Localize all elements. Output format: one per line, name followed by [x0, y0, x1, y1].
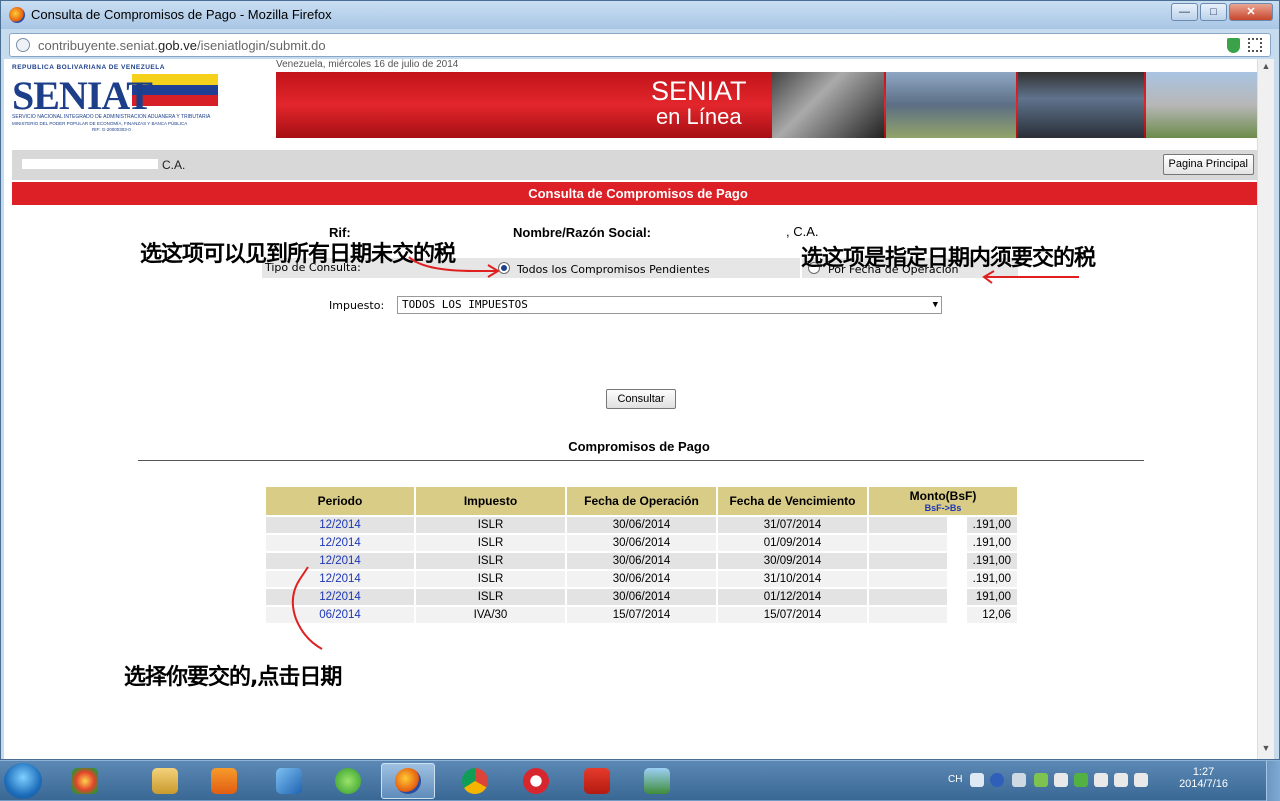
taskbar-bird-app[interactable] [262, 763, 316, 799]
chrome-icon [462, 768, 488, 794]
start-button[interactable] [4, 763, 42, 799]
globe-icon [16, 38, 30, 52]
shield-icon[interactable] [1074, 773, 1088, 787]
taskbar: CH 1:27 2014/7/16 [0, 760, 1280, 801]
arrow-to-all-option [408, 256, 496, 272]
volume-icon[interactable] [1134, 773, 1148, 787]
flag-icon[interactable] [1054, 773, 1068, 787]
arrows-icon[interactable] [1012, 773, 1026, 787]
page-content: REPUBLICA BOLIVARIANA DE VENEZUELA SENIA… [4, 59, 1274, 759]
taskbar-chrome[interactable] [448, 763, 502, 799]
network-icon[interactable] [1114, 773, 1128, 787]
qq-player-icon [523, 768, 549, 794]
media-player-icon [211, 768, 237, 794]
qr-code-icon[interactable] [1248, 38, 1262, 52]
show-desktop-button[interactable] [1266, 761, 1280, 801]
system-tray: CH 1:27 2014/7/16 [930, 761, 1280, 801]
plus-icon[interactable] [1034, 773, 1048, 787]
taskbar-pdf[interactable] [570, 763, 624, 799]
keyboard-icon[interactable] [970, 773, 984, 787]
language-indicator[interactable]: CH [948, 774, 962, 785]
help-icon[interactable] [990, 773, 1004, 787]
window-title: Consulta de Compromisos de Pago - Mozill… [31, 7, 332, 22]
usb-icon[interactable] [1094, 773, 1108, 787]
taskbar-explorer[interactable] [138, 763, 192, 799]
image-icon [644, 768, 670, 794]
firefox-icon [9, 7, 25, 23]
taskbar-green-app[interactable] [321, 763, 375, 799]
refresh-icon [335, 768, 361, 794]
scroll-down-icon[interactable]: ▼ [1260, 743, 1272, 757]
clock[interactable]: 1:27 2014/7/16 [1179, 766, 1228, 790]
app-icon [72, 768, 98, 794]
address-bar[interactable]: contribuyente.seniat.gob.ve/iseniatlogin… [9, 33, 1271, 57]
taskbar-app-1[interactable] [58, 763, 112, 799]
vertical-scrollbar[interactable]: ▲ ▼ [1257, 59, 1274, 759]
taskbar-media[interactable] [197, 763, 251, 799]
annotation-arrows [291, 256, 1079, 650]
folder-icon [152, 768, 178, 794]
arrow-to-periodo [291, 566, 323, 650]
url-text[interactable]: contribuyente.seniat.gob.ve/iseniatlogin… [38, 38, 326, 53]
taskbar-firefox[interactable] [381, 763, 435, 799]
close-button[interactable]: ✕ [1229, 3, 1273, 21]
taskbar-qq-player[interactable] [509, 763, 563, 799]
window-controls: — □ ✕ [1171, 3, 1273, 21]
browser-window: Consulta de Compromisos de Pago - Mozill… [0, 0, 1280, 760]
shield-icon[interactable] [1227, 38, 1240, 53]
title-bar: Consulta de Compromisos de Pago - Mozill… [1, 1, 1279, 29]
bird-icon [276, 768, 302, 794]
maximize-button[interactable]: □ [1200, 3, 1227, 21]
firefox-icon [395, 768, 421, 794]
taskbar-photo-viewer[interactable] [630, 763, 684, 799]
scroll-up-icon[interactable]: ▲ [1260, 61, 1272, 75]
pdf-icon [584, 768, 610, 794]
minimize-button[interactable]: — [1171, 3, 1198, 21]
